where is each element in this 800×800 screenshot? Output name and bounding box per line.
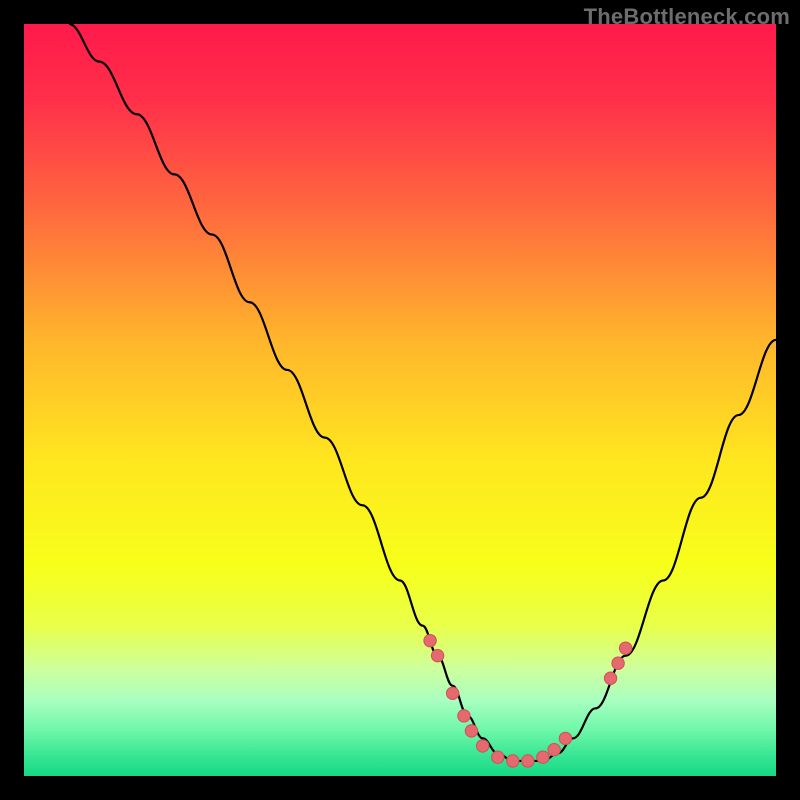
highlight-dot — [477, 740, 489, 752]
highlight-dot — [559, 732, 571, 744]
highlight-dot — [619, 642, 631, 654]
highlight-dot — [604, 672, 616, 684]
watermark-text: TheBottleneck.com — [584, 4, 790, 30]
highlight-dot — [446, 687, 458, 699]
highlight-dot — [537, 751, 549, 763]
highlight-dot — [507, 755, 519, 767]
highlight-dot — [522, 755, 534, 767]
highlight-dot — [424, 634, 436, 646]
gradient-background — [24, 24, 776, 776]
chart-svg — [24, 24, 776, 776]
highlight-dot — [458, 710, 470, 722]
highlight-dot — [465, 725, 477, 737]
highlight-dot — [548, 743, 560, 755]
highlight-dot — [431, 649, 443, 661]
highlight-dot — [492, 751, 504, 763]
highlight-dot — [612, 657, 624, 669]
chart-frame — [24, 24, 776, 776]
